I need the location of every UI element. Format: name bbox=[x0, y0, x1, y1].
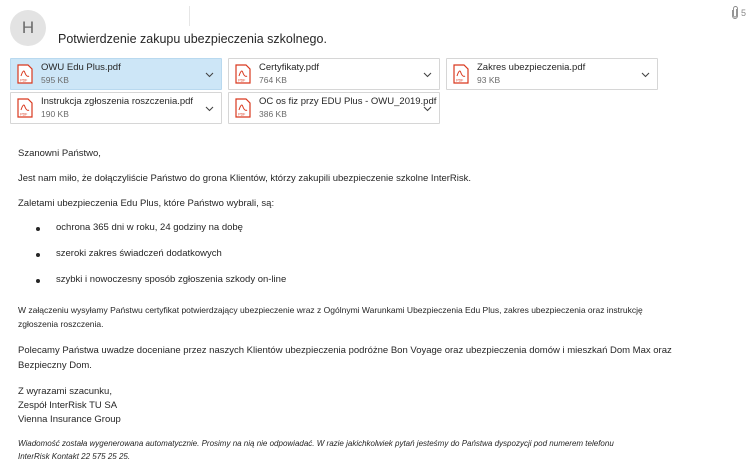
paperclip-icon bbox=[732, 6, 738, 19]
attachment-size: 386 KB bbox=[259, 109, 287, 119]
attachment-name: OC os fiz przy EDU Plus - OWU_2019.pdf bbox=[259, 96, 437, 107]
svg-text:PDF: PDF bbox=[238, 113, 246, 117]
bullet-marker bbox=[36, 279, 40, 283]
auto-generated-note: InterRisk Kontakt 22 575 25 25. bbox=[18, 452, 131, 461]
attachment-zakres-ubezpieczenia[interactable]: PDF Zakres ubezpieczenia.pdf 93 KB bbox=[446, 58, 658, 90]
svg-text:PDF: PDF bbox=[20, 79, 28, 83]
bullet-marker bbox=[36, 227, 40, 231]
svg-text:PDF: PDF bbox=[238, 79, 246, 83]
attachment-size: 764 KB bbox=[259, 75, 287, 85]
signature-line: Zespół InterRisk TU SA bbox=[18, 400, 118, 411]
sender-avatar[interactable]: H bbox=[10, 10, 46, 46]
chevron-down-icon[interactable] bbox=[205, 104, 214, 113]
svg-text:PDF: PDF bbox=[20, 113, 28, 117]
pdf-file-icon: PDF bbox=[235, 64, 251, 84]
chevron-down-icon[interactable] bbox=[205, 70, 214, 79]
header-divider bbox=[189, 6, 190, 26]
intro-paragraph: Jest nam miło, że dołączyliście Państwo … bbox=[18, 173, 472, 184]
bullet-item: szybki i nowoczesny sposób zgłoszenia sz… bbox=[56, 274, 287, 285]
attachment-instrukcja[interactable]: PDF Instrukcja zgłoszenia roszczenia.pdf… bbox=[10, 92, 222, 124]
pdf-file-icon: PDF bbox=[17, 64, 33, 84]
chevron-down-icon[interactable] bbox=[641, 70, 650, 79]
pdf-file-icon: PDF bbox=[235, 98, 251, 118]
svg-text:PDF: PDF bbox=[456, 79, 464, 83]
message-header: H Potwierdzenie zakupu ubezpieczenia szk… bbox=[0, 0, 756, 56]
greeting: Szanowni Państwo, bbox=[18, 148, 101, 159]
attachment-oc-os-fiz[interactable]: PDF OC os fiz przy EDU Plus - OWU_2019.p… bbox=[228, 92, 440, 124]
attachment-name: Instrukcja zgłoszenia roszczenia.pdf bbox=[41, 96, 194, 107]
bullet-item: ochrona 365 dni w roku, 24 godziny na do… bbox=[56, 222, 243, 233]
message-subject: Potwierdzenie zakupu ubezpieczenia szkol… bbox=[58, 32, 327, 46]
attachment-size: 190 KB bbox=[41, 109, 69, 119]
recommendation-line: Polecamy Państwa uwadze doceniane przez … bbox=[18, 345, 672, 356]
attachment-note-line: W załączeniu wysyłamy Państwu certyfikat… bbox=[18, 305, 643, 315]
attachment-size: 93 KB bbox=[477, 75, 501, 85]
signature-line: Vienna Insurance Group bbox=[18, 414, 121, 425]
attachment-owu-edu-plus[interactable]: PDF OWU Edu Plus.pdf 595 KB bbox=[10, 58, 222, 90]
pdf-file-icon: PDF bbox=[17, 98, 33, 118]
chevron-down-icon[interactable] bbox=[423, 70, 432, 79]
auto-generated-note: Wiadomość została wygenerowana automatyc… bbox=[18, 439, 614, 448]
attachment-note-line: zgłoszenia roszczenia. bbox=[18, 319, 104, 329]
attachment-name: Zakres ubezpieczenia.pdf bbox=[477, 62, 586, 73]
bullet-item: szeroki zakres świadczeń dodatkowych bbox=[56, 248, 222, 259]
attachment-count: 5 bbox=[741, 8, 747, 18]
attachment-size: 595 KB bbox=[41, 75, 69, 85]
chevron-down-icon[interactable] bbox=[423, 104, 432, 113]
bullet-marker bbox=[36, 253, 40, 257]
recommendation-line: Bezpieczny Dom. bbox=[18, 360, 92, 371]
attachment-name: Certyfikaty.pdf bbox=[259, 62, 320, 73]
pdf-file-icon: PDF bbox=[453, 64, 469, 84]
lead-paragraph: Zaletami ubezpieczenia Edu Plus, które P… bbox=[18, 198, 275, 209]
attachment-name: OWU Edu Plus.pdf bbox=[41, 62, 121, 73]
attachment-certyfikaty[interactable]: PDF Certyfikaty.pdf 764 KB bbox=[228, 58, 440, 90]
closing: Z wyrazami szacunku, bbox=[18, 386, 112, 397]
attachment-indicator: 5 bbox=[731, 6, 753, 20]
